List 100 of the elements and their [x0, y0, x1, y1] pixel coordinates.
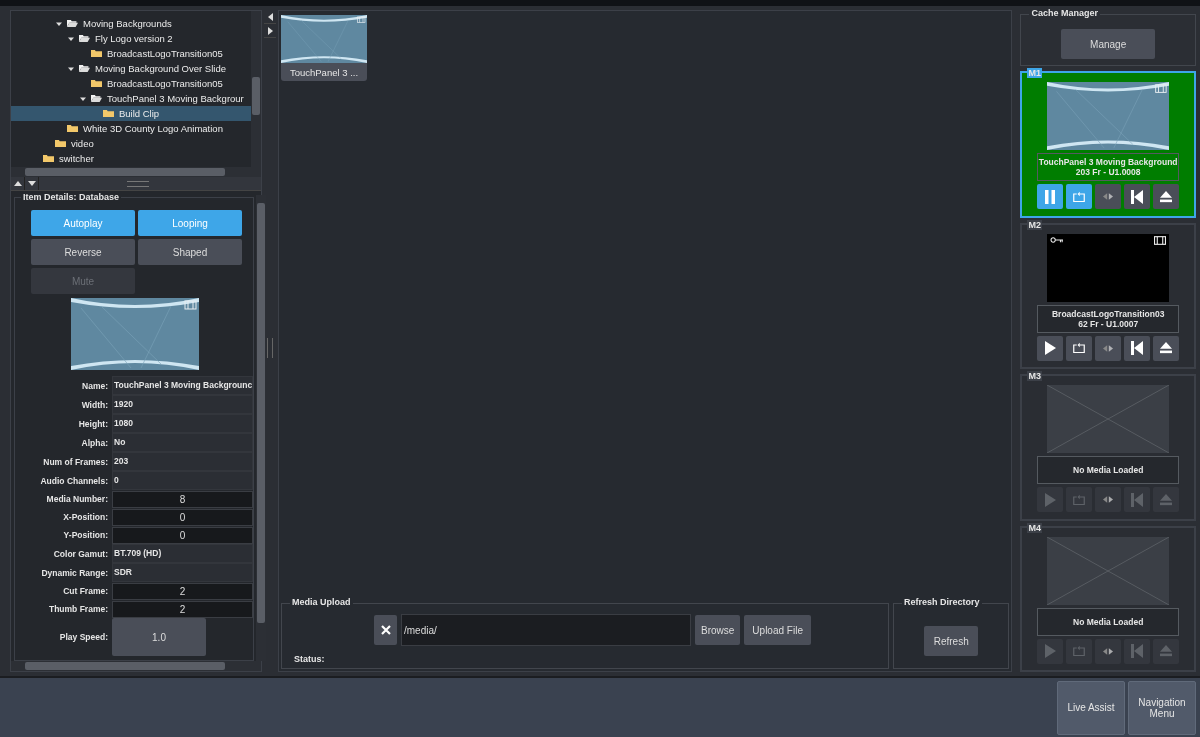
- tree-item[interactable]: Moving Backgrounds: [11, 16, 251, 31]
- rewind-icon: [1131, 189, 1144, 204]
- upload-button[interactable]: Upload File: [744, 615, 811, 645]
- player-panel[interactable]: M1 TouchPanel 3 Moving Background 203 Fr - U1.0008: [1020, 71, 1196, 218]
- play-button[interactable]: [1037, 335, 1064, 361]
- tree-item[interactable]: Build Clip: [11, 106, 251, 121]
- pause-button[interactable]: [1037, 184, 1064, 209]
- scrollbar[interactable]: [11, 661, 261, 671]
- footer-button[interactable]: Live Assist: [1057, 680, 1125, 735]
- number-field[interactable]: 2: [112, 600, 254, 618]
- number-field[interactable]: 0: [112, 508, 254, 526]
- tree-item[interactable]: Moving Background Over Slide: [11, 61, 251, 76]
- eject-button[interactable]: [1153, 184, 1180, 209]
- down-arrow-button[interactable]: [25, 177, 39, 190]
- loop-icon: [1073, 644, 1086, 658]
- up-arrow-button[interactable]: [11, 177, 25, 190]
- browse-button[interactable]: Browse: [695, 615, 741, 645]
- film-icon: [1154, 235, 1167, 245]
- field-value: 203: [112, 452, 254, 471]
- player-panel[interactable]: M2 BroadcastLogoTransition03 62 Fr - U1.0007: [1020, 222, 1196, 369]
- film-icon: [357, 16, 366, 23]
- media-tile[interactable]: TouchPanel 3 ...: [281, 15, 367, 81]
- clip-info: BroadcastLogoTransition03 62 Fr - U1.0007: [1037, 304, 1180, 333]
- step-button[interactable]: [1095, 335, 1122, 361]
- clip-info: No Media Loaded: [1037, 607, 1180, 636]
- field-label: Name:: [81, 380, 108, 391]
- eject-icon: [1160, 644, 1173, 658]
- open-folder-icon: [79, 64, 90, 73]
- expanded-arrow-icon[interactable]: [56, 20, 62, 27]
- field-label: Width:: [80, 399, 108, 410]
- media-name: TouchPanel 3 ...: [289, 67, 359, 78]
- tree-item[interactable]: switcher: [11, 151, 251, 166]
- rewind-button[interactable]: [1124, 184, 1151, 209]
- scrollbar[interactable]: [256, 195, 267, 661]
- field-label: X-Position:: [62, 512, 108, 522]
- close-icon: [380, 625, 391, 635]
- loop-button[interactable]: [1066, 335, 1093, 361]
- eject-button[interactable]: [1153, 335, 1180, 361]
- field-value: No: [112, 433, 254, 452]
- play-icon: [1044, 492, 1057, 507]
- number-field[interactable]: 8: [112, 490, 254, 508]
- right-triangle-icon: [267, 26, 273, 35]
- folder-icon: [55, 139, 66, 148]
- tree-item[interactable]: BroadcastLogoTransition05: [11, 76, 251, 91]
- player-label: M4: [1027, 522, 1042, 533]
- rewind-icon: [1131, 341, 1144, 355]
- tree-item[interactable]: Fly Logo version 2: [11, 31, 251, 46]
- step-arrows-icon: [1103, 193, 1114, 200]
- eject-icon: [1160, 492, 1173, 507]
- number-field[interactable]: 2: [112, 582, 254, 600]
- player-panel[interactable]: M3 No Media Loaded: [1020, 374, 1196, 521]
- rewind-icon: [1131, 644, 1144, 658]
- open-folder-icon: [91, 94, 102, 103]
- clear-button[interactable]: [374, 615, 397, 645]
- expanded-arrow-icon[interactable]: [68, 35, 74, 42]
- speed-button[interactable]: 1.0: [112, 618, 206, 656]
- toggle-button[interactable]: Reverse: [31, 239, 135, 265]
- footer-button[interactable]: Navigation Menu: [1128, 680, 1196, 735]
- right-arrow-button[interactable]: [264, 24, 276, 38]
- field-value: 0: [112, 471, 254, 490]
- number-field[interactable]: 0: [112, 526, 254, 544]
- left-arrow-button[interactable]: [264, 10, 276, 24]
- field-value: BT.709 (HD): [112, 544, 254, 563]
- toggle-button[interactable]: Shaped: [138, 239, 242, 265]
- eject-icon: [1160, 341, 1173, 355]
- film-icon: [184, 300, 197, 310]
- tree-item[interactable]: video: [11, 136, 251, 151]
- step-button[interactable]: [1095, 638, 1122, 664]
- loop-icon: [1073, 341, 1086, 355]
- player-label: M3: [1027, 371, 1042, 381]
- loop-icon: [1073, 492, 1086, 507]
- tree-item[interactable]: White 3D County Logo Animation: [11, 121, 251, 136]
- splitter-handle[interactable]: [267, 338, 273, 358]
- field-value: TouchPanel 3 Moving Backgrounc: [112, 376, 254, 395]
- scrollbar[interactable]: [11, 167, 261, 177]
- path-field[interactable]: /media/: [401, 614, 691, 646]
- play-icon: [1044, 644, 1057, 658]
- field-label: Dynamic Range:: [40, 567, 108, 578]
- expanded-arrow-icon[interactable]: [68, 65, 74, 72]
- field-label: Y-Position:: [62, 530, 108, 540]
- open-folder-icon: [67, 19, 78, 28]
- step-button[interactable]: [1095, 487, 1122, 512]
- field-label: Height:: [77, 418, 108, 429]
- down-triangle-icon: [27, 181, 36, 186]
- player-label: M1: [1027, 68, 1042, 78]
- field-label: Num of Frames:: [42, 456, 108, 467]
- tree-item[interactable]: TouchPanel 3 Moving Backgrour: [11, 91, 251, 106]
- open-folder-icon: [79, 34, 90, 43]
- player-panel[interactable]: M4 No Media Loaded: [1020, 525, 1196, 672]
- rewind-button[interactable]: [1124, 335, 1151, 361]
- player-label: M2: [1027, 219, 1042, 230]
- step-arrows-icon: [1103, 496, 1114, 503]
- refresh-button[interactable]: Refresh: [924, 626, 979, 656]
- tree-item[interactable]: BroadcastLogoTransition05: [11, 46, 251, 61]
- field-label: Alpha:: [80, 437, 108, 448]
- scrollbar[interactable]: [251, 11, 261, 167]
- manage-button[interactable]: Manage: [1061, 29, 1156, 59]
- splitter-handle[interactable]: [127, 181, 149, 187]
- expanded-arrow-icon[interactable]: [80, 95, 86, 102]
- clip-info: TouchPanel 3 Moving Background 203 Fr - U1.0008: [1037, 153, 1180, 181]
